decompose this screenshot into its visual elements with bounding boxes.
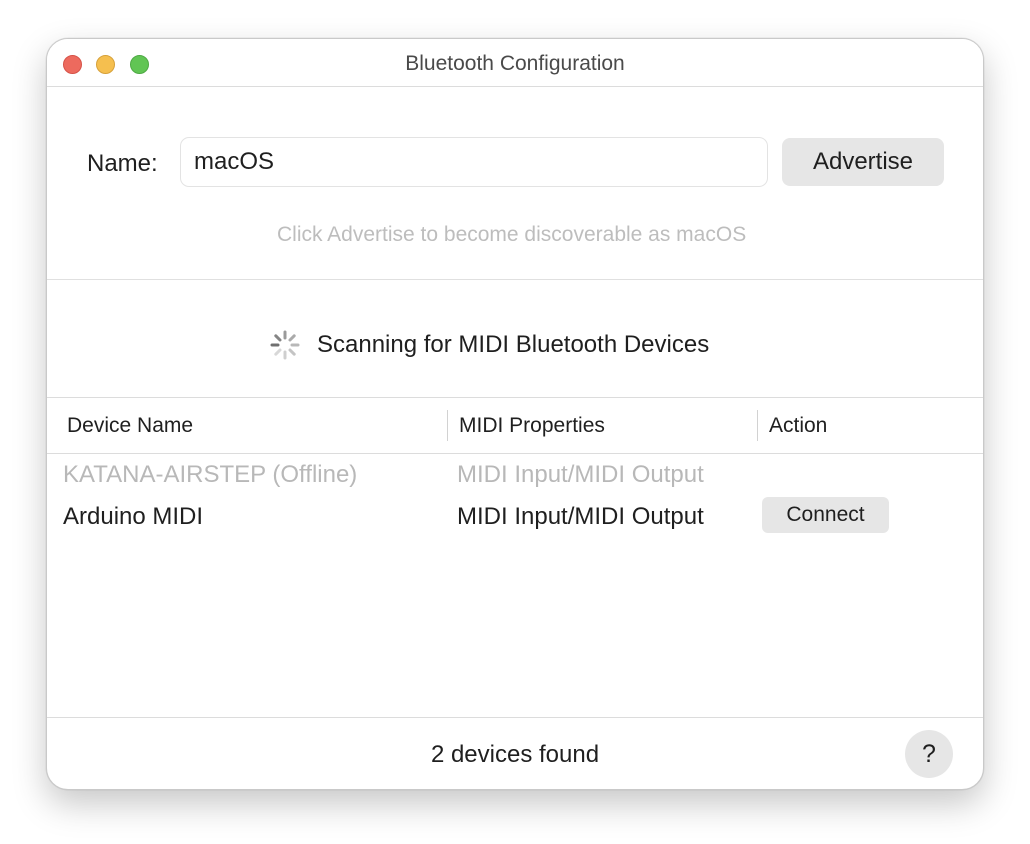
column-header-device-name[interactable]: Device Name bbox=[67, 414, 193, 438]
column-separator[interactable] bbox=[757, 410, 758, 441]
footer: 2 devices found ? bbox=[47, 717, 983, 789]
scanning-status: Scanning for MIDI Bluetooth Devices bbox=[269, 327, 709, 363]
device-table-header: Device Name MIDI Properties Action bbox=[47, 397, 983, 454]
title-bar[interactable]: Bluetooth Configuration bbox=[47, 39, 983, 87]
advertise-button[interactable]: Advertise bbox=[782, 138, 944, 186]
devices-found-status: 2 devices found bbox=[430, 741, 600, 768]
name-label: Name: bbox=[87, 150, 158, 177]
spinner-icon bbox=[270, 330, 300, 360]
midi-properties-cell: MIDI Input/MIDI Output bbox=[457, 503, 704, 530]
column-separator[interactable] bbox=[447, 410, 448, 441]
help-button[interactable]: ? bbox=[905, 730, 953, 778]
midi-properties-cell: MIDI Input/MIDI Output bbox=[457, 461, 704, 488]
column-header-midi-properties[interactable]: MIDI Properties bbox=[459, 414, 605, 438]
connect-button[interactable]: Connect bbox=[762, 497, 889, 533]
bluetooth-configuration-window: Bluetooth Configuration Name: Advertise … bbox=[46, 38, 984, 790]
window-title: Bluetooth Configuration bbox=[405, 52, 625, 75]
device-name-cell: KATANA-AIRSTEP (Offline) bbox=[63, 461, 358, 488]
table-row[interactable]: Arduino MIDI MIDI Input/MIDI Output Conn… bbox=[47, 497, 983, 539]
table-row[interactable]: KATANA-AIRSTEP (Offline) MIDI Input/MIDI… bbox=[47, 455, 983, 497]
name-input[interactable] bbox=[180, 137, 768, 187]
section-divider bbox=[47, 279, 983, 280]
device-name-cell: Arduino MIDI bbox=[63, 503, 204, 530]
column-header-action[interactable]: Action bbox=[769, 414, 827, 438]
scanning-text: Scanning for MIDI Bluetooth Devices bbox=[317, 331, 710, 358]
advertise-hint: Click Advertise to become discoverable a… bbox=[277, 223, 747, 246]
